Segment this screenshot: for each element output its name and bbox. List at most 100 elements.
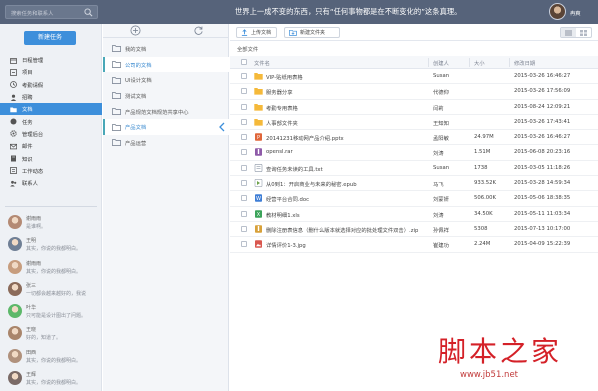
row-checkbox[interactable] [241,73,247,79]
nav-item-0[interactable]: 日程管理 [0,54,102,66]
avatar[interactable] [8,348,22,363]
table-row[interactable]: 考勤专用表格 闫莉 2015-08-24 12:09:21 [230,100,598,115]
new-task-button[interactable]: 新建任务 [24,31,76,45]
folder-tree-item[interactable]: 产品文档 [103,119,229,136]
folder-tree-item[interactable]: UI设计文档 [103,72,229,88]
file-modified-date: 2015-04-09 15:22:39 [514,241,571,248]
avatar[interactable] [8,371,22,386]
chat-item[interactable]: 叶华 只可能是设计图出了问题。 [0,301,102,323]
table-row[interactable]: 服务器分享 代德仰 2015-03-26 17:56:09 [230,84,598,100]
nav-item-9[interactable]: 工作动态 [0,165,102,177]
new-folder-icon [289,29,297,36]
breadcrumb[interactable]: 全部文件 [237,45,258,53]
chat-message-preview: 其实，你说的我都明白。 [26,246,82,253]
folder-tree-item[interactable]: 公司的文档 [103,56,229,73]
folder-tree-item[interactable]: 产品运营 [103,135,229,151]
refresh-icon[interactable] [193,25,204,36]
file-size: 1.51M [474,149,491,156]
row-checkbox[interactable] [241,210,247,217]
upload-button[interactable]: 上传文档 [236,27,277,38]
avatar[interactable] [8,215,22,229]
select-all-checkbox[interactable] [241,59,247,65]
file-name[interactable]: opensl.rar [266,149,293,155]
row-checkbox[interactable] [241,103,247,110]
file-name[interactable]: 服务器分享 [266,88,293,96]
new-folder-button[interactable]: 新建文件夹 [284,27,340,38]
col-header-date[interactable]: 修改日期 [514,59,535,67]
nav-item-7[interactable]: 邮件 [0,140,102,152]
chat-item[interactable]: 王辉 其实，你说的我都明白。 [0,368,102,390]
collapse-arrow-icon[interactable] [218,122,226,132]
chat-item[interactable]: 王晓 好的，知道了。 [0,323,102,345]
table-row[interactable]: VIP-贴纸用表格 Susan 2015-03-26 16:46:27 [230,69,598,85]
file-name[interactable]: 删除注册表信息（删什么版本就选择对应的批处理文件双击）.zip [266,226,418,234]
plus-circle-icon[interactable] [130,25,141,36]
chat-item[interactable]: 谢雨雨 其实，你说的我都明白。 [0,257,102,279]
table-row[interactable]: 人事部文件夹 王知知 2015-03-26 17:43:41 [230,115,598,131]
table-row[interactable]: W 经营平台合同.doc 刘蒙妍 506.00K 2015-05-06 18:38:35 [230,191,598,207]
table-row[interactable]: 删除注册表信息（删什么版本就选择对应的批处理文件双击）.zip 孙佩祥 5308 20… [230,222,598,238]
chat-contact-name: 谢雨雨 [26,260,42,267]
nav-item-5[interactable]: 任务 [0,115,102,127]
row-checkbox[interactable] [241,225,247,232]
search-icon[interactable] [84,8,93,17]
username[interactable]: 冉爽 [570,9,581,17]
file-name[interactable]: 教材明细1.xls [266,211,300,219]
chat-item[interactable]: 田西 其实，你说的我都明白。 [0,346,102,368]
nav-item-10[interactable]: 联系人 [0,177,102,189]
nav-item-8[interactable]: 知识 [0,152,102,164]
row-checkbox[interactable] [241,149,247,156]
row-checkbox[interactable] [241,88,247,95]
upload-icon [241,29,248,36]
file-creator: 代德仰 [433,90,449,97]
row-checkbox[interactable] [241,164,247,171]
folder-tree-item[interactable]: 测试文档 [103,88,229,104]
file-name[interactable]: 考勤专用表格 [266,104,298,112]
grid-view-toggle[interactable] [576,28,591,37]
user-avatar[interactable] [549,3,566,20]
table-row[interactable]: 查询任务未读的工具.txt Susan 1738 2015-03-05 11:18:2… [230,161,598,177]
file-creator: 刘涛 [433,151,444,158]
file-name[interactable]: 20141231移动网产品介绍.pptx [266,134,344,142]
table-row[interactable]: X 教材明细1.xls 刘涛 34.50K 2015-05-11 11:03:34 [230,207,598,222]
nav-item-3[interactable]: 招聘 [0,91,102,103]
row-checkbox[interactable] [241,195,247,202]
list-view-toggle[interactable] [561,28,576,37]
avatar[interactable] [8,237,22,252]
file-name[interactable]: 经营平台合同.doc [266,195,309,203]
search-box[interactable]: 搜索任务和联系人 [5,5,98,19]
table-row[interactable]: 详情评价1-3.jpg 崔建功 2.24M 2015-04-09 15:22:39 [230,237,598,253]
avatar[interactable] [8,326,22,341]
mail-icon [10,143,17,150]
avatar[interactable] [8,304,22,319]
row-checkbox[interactable] [241,241,247,248]
watermark-url: www.jb51.net [460,370,519,380]
nav-item-6[interactable]: 管理后台 [0,128,102,140]
folder-tree-item[interactable]: 产品规范文档规范共享中心 [103,104,229,120]
ppt-file-icon: P [255,133,262,141]
file-name[interactable]: 人事部文件夹 [266,119,298,127]
table-row[interactable]: P 20141231移动网产品介绍.pptx 孟阳敏 24.97M 2015-03-26… [230,130,598,146]
folder-tree-item[interactable]: 我的文档 [103,41,229,57]
file-name[interactable]: VIP-贴纸用表格 [266,73,303,81]
table-row[interactable]: 从0到1：开启商业与未来的秘密.epub 马飞 933.52K 2015-03-28 … [230,176,598,192]
avatar[interactable] [8,259,22,274]
row-checkbox[interactable] [241,180,247,187]
chat-item[interactable]: 谢雨雨 是谁啊。 [0,212,102,234]
file-name[interactable]: 查询任务未读的工具.txt [266,165,323,173]
col-header-creator[interactable]: 创建人 [433,59,449,67]
search-input[interactable]: 搜索任务和联系人 [11,9,53,17]
chat-item[interactable]: 张三 一切都会越来越好的，我说 [0,279,102,301]
col-header-name[interactable]: 文件名 [254,59,270,67]
nav-item-1[interactable]: 项目 [0,66,102,78]
file-name[interactable]: 详情评价1-3.jpg [266,241,306,249]
nav-item-2[interactable]: 考勤请假 [0,79,102,91]
row-checkbox[interactable] [241,134,247,141]
avatar[interactable] [8,281,22,296]
col-header-size[interactable]: 大小 [474,59,485,67]
table-row[interactable]: opensl.rar 刘涛 1.51M 2015-06-08 20:23:16 [230,145,598,161]
chat-item[interactable]: 王明 其实，你说的我都明白。 [0,234,102,256]
row-checkbox[interactable] [241,118,247,125]
nav-item-4[interactable]: 文档 [0,103,102,116]
file-name[interactable]: 从0到1：开启商业与未来的秘密.epub [266,180,357,188]
